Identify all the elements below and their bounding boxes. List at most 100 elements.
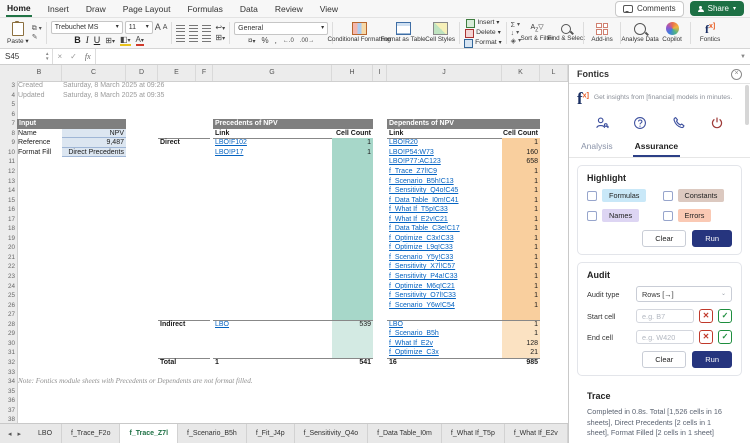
fontics-ribbon-button[interactable]: fx] Fontics bbox=[695, 23, 725, 43]
find-select-button[interactable]: Find & Select bbox=[553, 24, 579, 42]
font-color-button[interactable]: A▾ bbox=[136, 36, 144, 46]
menu-tab-view[interactable]: View bbox=[319, 1, 339, 16]
wrap-text-button[interactable]: ↩▾ bbox=[215, 24, 225, 32]
row-header-27[interactable]: 27 bbox=[0, 310, 15, 320]
menu-tab-insert[interactable]: Insert bbox=[47, 1, 70, 16]
format-cells-button[interactable]: Format▾ bbox=[464, 39, 502, 48]
number-format-select[interactable]: General▾ bbox=[234, 22, 328, 35]
menu-tab-review[interactable]: Review bbox=[274, 1, 304, 16]
confirm-entry-icon[interactable]: ✓ bbox=[66, 52, 81, 61]
align-middle-button[interactable] bbox=[189, 25, 198, 32]
row-header-7[interactable]: 7 bbox=[0, 119, 15, 129]
menu-tab-formulas[interactable]: Formulas bbox=[186, 1, 223, 16]
paste-button[interactable]: Paste ▾ bbox=[7, 22, 29, 45]
sort-filter-button[interactable]: AZ▽ Sort & Filter bbox=[524, 24, 550, 42]
comma-button[interactable]: , bbox=[275, 37, 277, 45]
menu-tab-home[interactable]: Home bbox=[6, 0, 32, 17]
row-header-33[interactable]: 33 bbox=[0, 368, 15, 378]
conditional-formatting-button[interactable]: Conditional Formatting bbox=[337, 22, 381, 43]
insert-cells-button[interactable]: Insert▾ bbox=[466, 19, 499, 28]
analyse-data-button[interactable]: Analyse Data bbox=[625, 23, 655, 43]
align-bottom-button[interactable] bbox=[202, 25, 211, 32]
cancel-entry-icon[interactable]: × bbox=[53, 52, 66, 61]
row-header-4[interactable]: 4 bbox=[0, 91, 15, 101]
bold-button[interactable]: B bbox=[74, 36, 81, 45]
sheet-tab-f_sensitivity_q4o[interactable]: f_Sensitivity_Q4o bbox=[295, 424, 368, 443]
sheet-tab-f_trace_f2o[interactable]: f_Trace_F2o bbox=[62, 424, 120, 443]
format-painter-button[interactable]: ✎ bbox=[32, 34, 42, 41]
share-button[interactable]: Share ▾ bbox=[690, 1, 744, 16]
percent-button[interactable]: % bbox=[262, 37, 269, 45]
row-header-35[interactable]: 35 bbox=[0, 387, 15, 397]
end-cell-input[interactable]: e.g. W420 bbox=[636, 330, 694, 344]
sheet-tab-lbo[interactable]: LBO bbox=[29, 424, 62, 443]
highlight-run-button[interactable]: Run bbox=[692, 230, 732, 247]
spreadsheet-grid[interactable]: BCDEFGHIJKL 3456789101112131415161718192… bbox=[0, 65, 568, 443]
pane-tab-analysis[interactable]: Analysis bbox=[579, 138, 615, 157]
borders-button[interactable]: ⊞▾ bbox=[105, 37, 115, 45]
autosum-button[interactable]: Σ▾ bbox=[511, 22, 521, 29]
start-cell-input[interactable]: e.g. B7 bbox=[636, 309, 694, 323]
sheet-tab-f_fit_j4p[interactable]: f_Fit_J4p bbox=[247, 424, 295, 443]
column-header-K[interactable]: K bbox=[502, 65, 540, 81]
constants-checkbox[interactable] bbox=[663, 191, 673, 201]
column-header-E[interactable]: E bbox=[158, 65, 196, 81]
next-sheet-arrow[interactable]: ▸ bbox=[18, 430, 22, 438]
column-header-L[interactable]: L bbox=[540, 65, 568, 81]
column-header-G[interactable]: G bbox=[213, 65, 332, 81]
font-name-select[interactable]: Trebuchet MS▾ bbox=[51, 21, 123, 34]
align-top-button[interactable] bbox=[176, 25, 185, 32]
sheet-tab-f_trace_z7l[interactable]: f_Trace_Z7l bbox=[120, 424, 178, 443]
add-ins-button[interactable]: Add-ins bbox=[588, 23, 616, 43]
audit-type-select[interactable]: Rows [→]⌄ bbox=[636, 286, 732, 302]
row-header-36[interactable]: 36 bbox=[0, 396, 15, 406]
end-cell-confirm-icon[interactable]: ✓ bbox=[718, 330, 732, 344]
end-cell-clear-icon[interactable]: ✕ bbox=[699, 330, 713, 344]
row-header-3[interactable]: 3 bbox=[0, 81, 15, 91]
row-header-37[interactable]: 37 bbox=[0, 406, 15, 416]
column-header-C[interactable]: C bbox=[62, 65, 126, 81]
menu-tab-draw[interactable]: Draw bbox=[85, 1, 107, 16]
align-right-button[interactable] bbox=[202, 35, 211, 42]
column-header-I[interactable]: I bbox=[373, 65, 387, 81]
start-cell-confirm-icon[interactable]: ✓ bbox=[718, 309, 732, 323]
menu-tab-page-layout[interactable]: Page Layout bbox=[122, 1, 172, 16]
account-icon[interactable] bbox=[595, 116, 609, 130]
start-cell-clear-icon[interactable]: ✕ bbox=[699, 309, 713, 323]
copy-button[interactable]: ⧉ ▾ bbox=[32, 25, 42, 32]
copilot-button[interactable]: Copilot bbox=[658, 22, 686, 43]
column-header-J[interactable]: J bbox=[387, 65, 502, 81]
fill-color-button[interactable]: ◧▾ bbox=[120, 36, 131, 46]
row-header-5[interactable]: 5 bbox=[0, 100, 15, 110]
insert-function-icon[interactable]: fx bbox=[81, 52, 95, 61]
grow-font-button[interactable]: A bbox=[155, 23, 161, 32]
cell-styles-button[interactable]: Cell Styles bbox=[425, 22, 455, 43]
errors-checkbox[interactable] bbox=[663, 211, 673, 221]
sheet-tab-f_what-if_e2v[interactable]: f_What If_E2v bbox=[505, 424, 568, 443]
column-header-B[interactable]: B bbox=[17, 65, 62, 81]
align-center-button[interactable] bbox=[189, 35, 198, 42]
column-header-F[interactable]: F bbox=[196, 65, 213, 81]
sheet-tab-f_data-table_i0m[interactable]: f_Data Table_I0m bbox=[368, 424, 442, 443]
sheet-tab-f_scenario_b5h[interactable]: f_Scenario_B5h bbox=[178, 424, 247, 443]
row-header-34[interactable]: 34 bbox=[0, 377, 15, 387]
column-headers[interactable]: BCDEFGHIJKL bbox=[0, 65, 568, 82]
prev-sheet-arrow[interactable]: ◂ bbox=[8, 430, 12, 438]
power-icon[interactable] bbox=[710, 116, 724, 130]
format-as-table-button[interactable]: Format as Table bbox=[384, 22, 422, 43]
phone-icon[interactable] bbox=[672, 116, 686, 130]
sheet-tab-f_what-if_t5p[interactable]: f_What If_T5p bbox=[442, 424, 505, 443]
merge-center-button[interactable]: ⊞▾ bbox=[215, 34, 225, 42]
formulas-checkbox[interactable] bbox=[587, 191, 597, 201]
increase-decimal-button[interactable]: ←.0 bbox=[283, 38, 294, 44]
audit-run-button[interactable]: Run bbox=[692, 351, 732, 368]
comments-button[interactable]: Comments bbox=[615, 1, 684, 17]
names-checkbox[interactable] bbox=[587, 211, 597, 221]
column-header-H[interactable]: H bbox=[332, 65, 373, 81]
formula-bar-expand-icon[interactable]: ▼ bbox=[740, 54, 750, 60]
audit-clear-button[interactable]: Clear bbox=[642, 351, 686, 368]
menu-tab-data[interactable]: Data bbox=[239, 1, 259, 16]
shrink-font-button[interactable]: A bbox=[163, 24, 168, 31]
highlight-clear-button[interactable]: Clear bbox=[642, 230, 686, 247]
pane-scrollbar[interactable] bbox=[745, 85, 749, 125]
